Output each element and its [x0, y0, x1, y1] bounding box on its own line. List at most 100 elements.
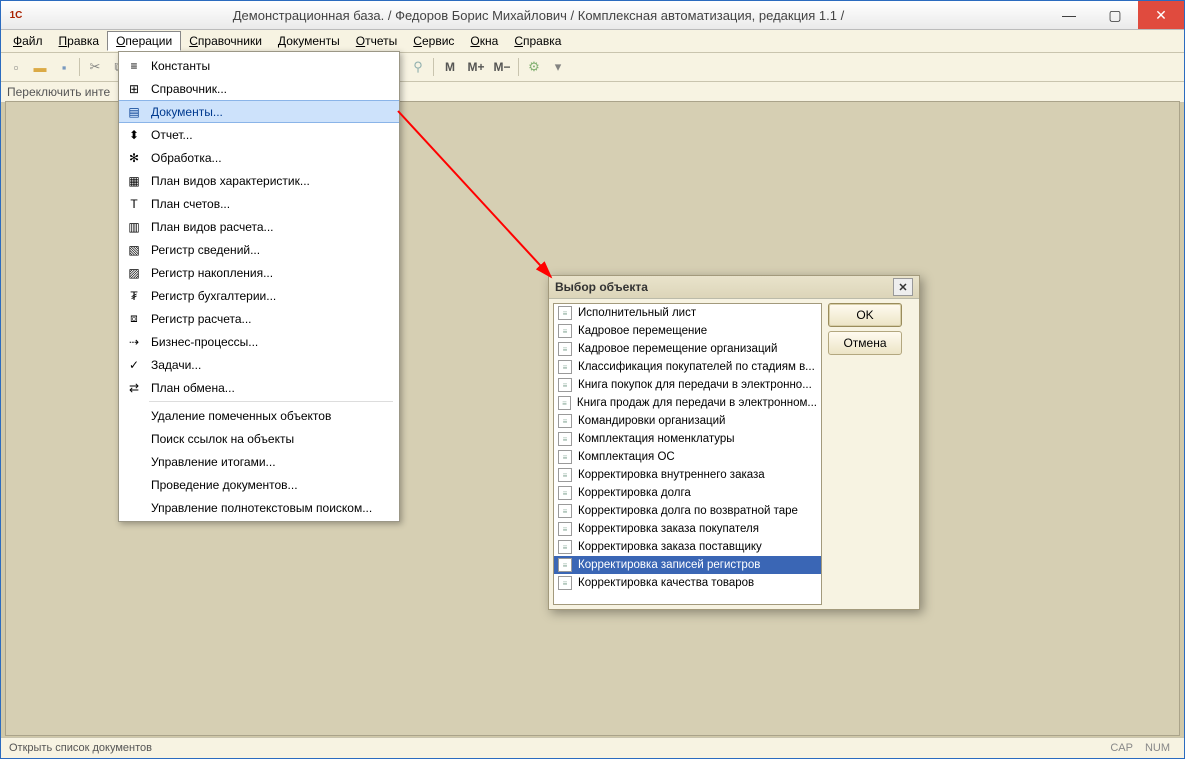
menu-item-документы[interactable]: Документы: [270, 32, 348, 50]
menu-item-label: Удаление помеченных объектов: [151, 409, 387, 423]
list-item[interactable]: ≡Исполнительный лист: [554, 304, 821, 322]
open-icon[interactable]: ▬: [29, 56, 51, 78]
menu-item-файл[interactable]: Файл: [5, 32, 51, 50]
list-item[interactable]: ≡Кадровое перемещение организаций: [554, 340, 821, 358]
menu-item[interactable]: ≡Константы: [119, 54, 399, 77]
menu-item-label: Регистр расчета...: [151, 312, 387, 326]
menu-item[interactable]: ✻Обработка...: [119, 146, 399, 169]
menu-item[interactable]: ₮Регистр бухгалтерии...: [119, 284, 399, 307]
menu-item[interactable]: ⇢ Бизнес-процессы...: [119, 330, 399, 353]
menu-item-правка[interactable]: Правка: [51, 32, 108, 50]
list-item[interactable]: ≡Корректировка записей регистров: [554, 556, 821, 574]
list-item[interactable]: ≡Кадровое перемещение: [554, 322, 821, 340]
menu-item-icon: ⊞: [125, 80, 143, 98]
app-logo-icon: 1C: [5, 4, 27, 26]
list-item[interactable]: ≡Корректировка заказа поставщику: [554, 538, 821, 556]
menu-item[interactable]: ⇄План обмена...: [119, 376, 399, 399]
menu-item-icon: ▧: [125, 241, 143, 259]
menu-item-отчеты[interactable]: Отчеты: [348, 32, 406, 50]
menu-item[interactable]: ⬍Отчет...: [119, 123, 399, 146]
dialog-title-bar[interactable]: Выбор объекта ✕: [549, 276, 919, 299]
window-title: Демонстрационная база. / Федоров Борис М…: [31, 8, 1046, 23]
list-item-label: Книга продаж для передачи в электронном.…: [577, 397, 817, 409]
menu-item[interactable]: ▨ Регистр накопления...: [119, 261, 399, 284]
document-icon: ≡: [558, 468, 572, 482]
document-icon: ≡: [558, 396, 571, 410]
menu-item[interactable]: Проведение документов...: [119, 473, 399, 496]
document-icon: ≡: [558, 432, 572, 446]
document-icon: ≡: [558, 378, 572, 392]
menu-item-окна[interactable]: Окна: [462, 32, 506, 50]
chevron-down-icon[interactable]: ▾: [547, 56, 569, 78]
list-item[interactable]: ≡Командировки организаций: [554, 412, 821, 430]
list-item-label: Корректировка долга по возвратной таре: [578, 505, 798, 517]
menu-item-label: План видов расчета...: [151, 220, 387, 234]
menu-item[interactable]: ✓Задачи...: [119, 353, 399, 376]
list-item[interactable]: ≡Корректировка долга: [554, 484, 821, 502]
menu-item[interactable]: ▦План видов характеристик...: [119, 169, 399, 192]
menu-item-операции[interactable]: Операции: [107, 31, 181, 51]
memory-mplus-button[interactable]: M+: [464, 56, 488, 78]
list-item-label: Корректировка заказа поставщику: [578, 541, 762, 553]
new-icon[interactable]: ▫: [5, 56, 27, 78]
operations-menu: ≡Константы⊞Справочник...▤Документы...⬍От…: [118, 51, 400, 522]
menu-item-label: Бизнес-процессы...: [151, 335, 387, 349]
menu-item-справка[interactable]: Справка: [506, 32, 569, 50]
dialog-title: Выбор объекта: [555, 280, 648, 294]
cancel-button[interactable]: Отмена: [828, 331, 902, 355]
save-icon[interactable]: ▪: [53, 56, 75, 78]
dialog-close-button[interactable]: ✕: [893, 278, 913, 296]
menu-item[interactable]: ▤Документы...: [119, 100, 399, 123]
menu-item[interactable]: ⧈Регистр расчета...: [119, 307, 399, 330]
list-item[interactable]: ≡Корректировка заказа покупателя: [554, 520, 821, 538]
status-text: Открыть список документов: [9, 742, 152, 754]
menu-item[interactable]: Удаление помеченных объектов: [119, 404, 399, 427]
document-icon: ≡: [558, 360, 572, 374]
menu-item-label: Регистр накопления...: [151, 266, 387, 280]
user-icon[interactable]: ⚲: [407, 56, 429, 78]
list-item[interactable]: ≡Корректировка качества товаров: [554, 574, 821, 592]
menu-item[interactable]: Управление полнотекстовым поиском...: [119, 496, 399, 519]
list-item[interactable]: ≡ Корректировка внутреннего заказа: [554, 466, 821, 484]
menu-item[interactable]: ⊞Справочник...: [119, 77, 399, 100]
menu-item[interactable]: Управление итогами...: [119, 450, 399, 473]
list-item[interactable]: ≡Классификация покупателей по стадиям в.…: [554, 358, 821, 376]
menu-item-справочники[interactable]: Справочники: [181, 32, 270, 50]
menu-item[interactable]: ▥План видов расчета...: [119, 215, 399, 238]
menu-item-icon: ≡: [125, 57, 143, 75]
menu-item-label: Управление полнотекстовым поиском...: [151, 501, 387, 515]
list-item-label: Корректировка внутреннего заказа: [578, 469, 765, 481]
list-item-label: Книга покупок для передачи в электронно.…: [578, 379, 812, 391]
list-item[interactable]: ≡Корректировка долга по возвратной таре: [554, 502, 821, 520]
menu-item[interactable]: T План счетов...: [119, 192, 399, 215]
cut-icon[interactable]: ✂: [84, 56, 106, 78]
list-item-label: Кадровое перемещение: [578, 325, 707, 337]
menu-item-сервис[interactable]: Сервис: [405, 32, 462, 50]
object-select-dialog: Выбор объекта ✕ ≡Исполнительный лист≡Кад…: [548, 275, 920, 610]
menu-item-icon: T: [125, 195, 143, 213]
list-item[interactable]: ≡ Книга продаж для передачи в электронном…: [554, 394, 821, 412]
close-button[interactable]: ✕: [1138, 1, 1184, 29]
list-item[interactable]: ≡ Книга покупок для передачи в электронно…: [554, 376, 821, 394]
list-item[interactable]: ≡Комплектация номенклатуры: [554, 430, 821, 448]
app-window: 1C Демонстрационная база. / Федоров Бори…: [0, 0, 1185, 759]
maximize-button[interactable]: ▢: [1092, 1, 1138, 29]
menu-item-icon: ⇢: [125, 333, 143, 351]
menu-item[interactable]: Поиск ссылок на объекты: [119, 427, 399, 450]
menu-item-icon: ▨: [125, 264, 143, 282]
list-item[interactable]: ≡Комплектация ОС: [554, 448, 821, 466]
menu-item-label: План счетов...: [151, 197, 387, 211]
menu-item-icon: ✻: [125, 149, 143, 167]
document-icon: ≡: [558, 522, 572, 536]
document-icon: ≡: [558, 486, 572, 500]
list-item-label: Корректировка записей регистров: [578, 559, 760, 571]
memory-m-button[interactable]: M: [438, 56, 462, 78]
menu-item-icon: ▤: [125, 103, 143, 121]
memory-mminus-button[interactable]: M−: [490, 56, 514, 78]
object-list[interactable]: ≡Исполнительный лист≡Кадровое перемещени…: [553, 303, 822, 605]
menu-bar: ФайлПравкаОперацииСправочникиДокументыОт…: [1, 30, 1184, 53]
minimize-button[interactable]: —: [1046, 1, 1092, 29]
ok-button[interactable]: OK: [828, 303, 902, 327]
wrench-icon[interactable]: ⚙: [523, 56, 545, 78]
menu-item[interactable]: ▧Регистр сведений...: [119, 238, 399, 261]
